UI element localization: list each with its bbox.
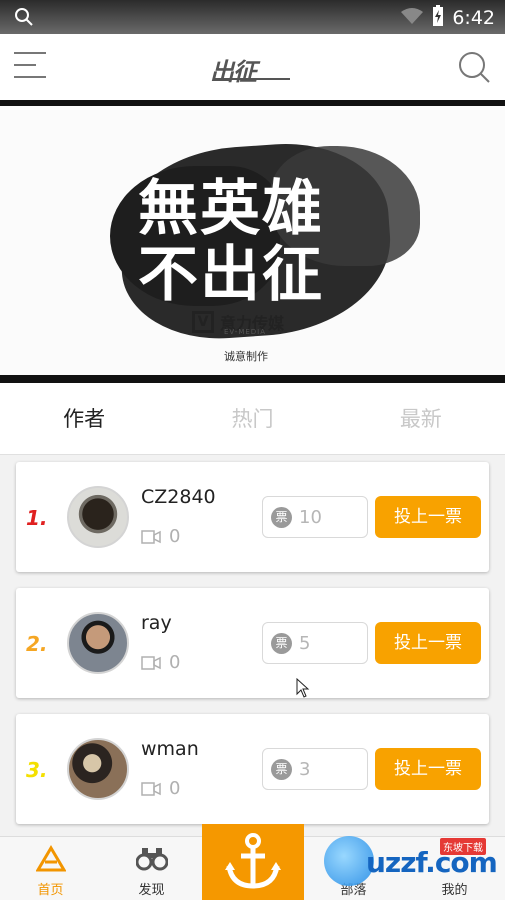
vote-button[interactable]: 投上一票 (375, 496, 481, 538)
battery-charging-icon (432, 5, 444, 31)
vote-count-box: 票 5 (262, 622, 368, 664)
video-count: 0 (169, 652, 181, 673)
rank-number: 1. (26, 506, 48, 530)
watermark-tag: 东坡下载 (440, 838, 486, 855)
list-item[interactable]: 1. CZ2840 0 票 10 投上一票 (16, 462, 489, 572)
list-item[interactable]: 3. wman 0 票 3 投上一票 (16, 714, 489, 824)
banner-headline-2: 不出征 (138, 240, 324, 310)
ticket-icon: 票 (271, 633, 292, 654)
mouse-cursor-icon (296, 677, 310, 702)
wifi-icon (400, 7, 424, 29)
menu-icon (14, 52, 46, 54)
author-name: CZ2840 (141, 486, 216, 508)
nav-discover[interactable]: 发现 (101, 837, 202, 900)
search-button[interactable] (457, 50, 491, 88)
app-header: 出征 (0, 34, 505, 100)
publish-button[interactable] (202, 824, 304, 900)
vote-button[interactable]: 投上一票 (375, 622, 481, 664)
vote-count-box: 票 3 (262, 748, 368, 790)
video-count-row: 0 (141, 652, 180, 673)
tab-latest[interactable]: 最新 (337, 383, 505, 454)
video-camera-icon (141, 529, 161, 544)
list-item[interactable]: 2. ray 0 票 5 投上一票 (16, 588, 489, 698)
nav-home-label: 首页 (37, 883, 64, 898)
vote-count: 10 (299, 507, 322, 528)
rank-number: 3. (26, 758, 48, 782)
video-count: 0 (169, 778, 181, 799)
app-logo: 出征 (210, 58, 257, 86)
home-triangle-icon (34, 845, 67, 877)
video-camera-icon (141, 655, 161, 670)
video-count-row: 0 (141, 778, 180, 799)
nav-home[interactable]: 首页 (0, 837, 101, 900)
vote-button[interactable]: 投上一票 (375, 748, 481, 790)
avatar[interactable] (67, 612, 129, 674)
status-bar: 6:42 (0, 0, 505, 34)
logo-underline (214, 78, 290, 80)
vote-count: 5 (299, 633, 311, 654)
site-watermark: uzzf.com 东坡下载 (320, 832, 500, 890)
clock-time: 6:42 (452, 7, 495, 29)
video-count-row: 0 (141, 526, 180, 547)
search-icon (459, 52, 490, 83)
avatar[interactable] (67, 738, 129, 800)
ticket-icon: 票 (271, 507, 292, 528)
tab-author[interactable]: 作者 (0, 383, 168, 454)
menu-button[interactable] (14, 52, 48, 82)
brand-mark: V (192, 311, 214, 333)
binoculars-icon (135, 845, 168, 875)
banner-caption: 诚意制作 (224, 350, 268, 363)
author-name: ray (141, 612, 172, 634)
promo-banner[interactable]: 無英雄 不出征 V 意力传媒 EV-MEDIA 诚意制作 (0, 106, 505, 375)
video-camera-icon (141, 781, 161, 796)
anchor-icon (225, 833, 281, 889)
tab-hot[interactable]: 热门 (168, 383, 336, 454)
search-icon (14, 7, 34, 31)
author-name: wman (141, 738, 199, 760)
rank-number: 2. (26, 632, 48, 656)
banner-divider (0, 375, 505, 383)
ticket-icon: 票 (271, 759, 292, 780)
avatar[interactable] (67, 486, 129, 548)
nav-discover-label: 发现 (138, 883, 165, 898)
ranking-tabs: 作者 热门 最新 (0, 383, 505, 455)
brand-subtitle: EV-MEDIA (224, 328, 267, 336)
vote-count-box: 票 10 (262, 496, 368, 538)
video-count: 0 (169, 526, 181, 547)
author-list: 1. CZ2840 0 票 10 投上一票 2. ray 0 票 5 投上一票 … (16, 462, 489, 840)
vote-count: 3 (299, 759, 311, 780)
